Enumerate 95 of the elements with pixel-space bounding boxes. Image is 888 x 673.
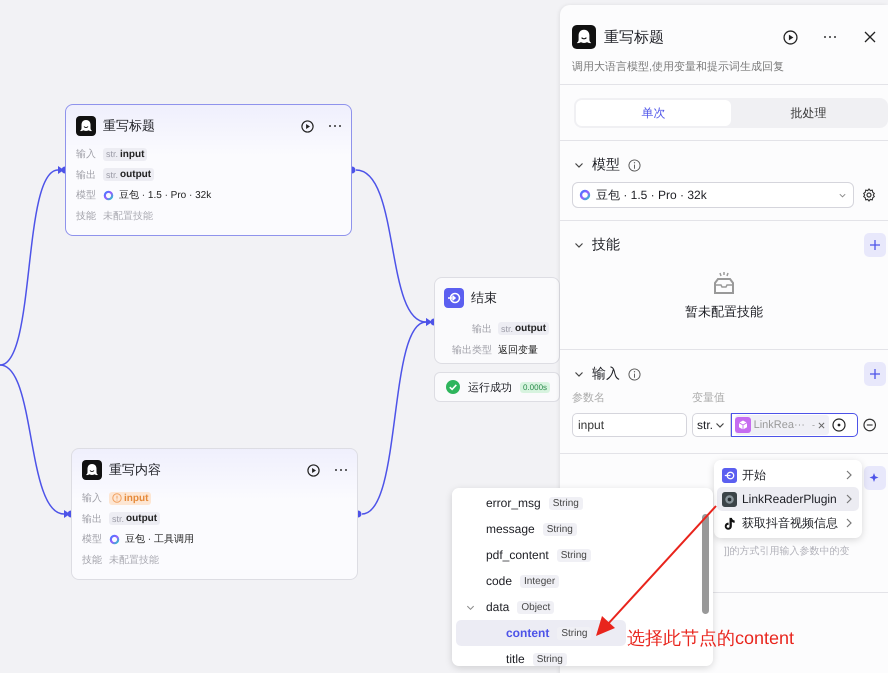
row-label: 输出类型 [451, 344, 492, 356]
plugin-icon [722, 492, 737, 506]
variable-option[interactable]: pdf_content String [456, 542, 626, 568]
play-icon[interactable] [306, 464, 320, 476]
type-badge: String [548, 496, 583, 510]
type-label: str. [501, 324, 514, 334]
add-button[interactable] [864, 362, 886, 386]
target-icon[interactable] [832, 418, 846, 432]
section-title: 输入 [592, 365, 620, 383]
row-label: 技能 [82, 554, 103, 567]
source-menu-item[interactable]: 获取抖音视频信息 [717, 511, 859, 535]
variable-option[interactable]: code Integer [456, 568, 626, 594]
settings-icon[interactable] [862, 188, 876, 202]
row-label: 输入 [76, 148, 97, 162]
chevron-right-icon [845, 470, 853, 480]
model-logo-icon [109, 534, 120, 545]
chevron-down-icon[interactable] [574, 240, 584, 250]
exit-icon [444, 288, 464, 308]
model-logo-icon [579, 189, 591, 201]
row-value: 未配置技能 [103, 210, 153, 223]
type-label: str. [106, 170, 118, 180]
warning-icon [112, 493, 122, 504]
variable-option[interactable]: data Object [456, 594, 626, 620]
model-name: 豆包 · 1.5 · Pro · 32k [119, 189, 212, 202]
model-logo-icon [103, 190, 114, 201]
chevron-down-icon[interactable] [574, 160, 584, 170]
variable-name: output [126, 513, 158, 524]
chevron-right-icon [845, 494, 853, 504]
info-icon[interactable] [628, 158, 641, 172]
chevron-down-icon [715, 420, 726, 430]
plus-icon [869, 239, 881, 251]
row-label: 技能 [76, 210, 97, 223]
row-label: 模型 [76, 188, 97, 202]
add-button[interactable] [864, 233, 886, 257]
section-title: 模型 [592, 156, 620, 174]
source-menu-item[interactable]: 开始 [717, 463, 859, 487]
panel-title: 重写标题 [604, 28, 665, 46]
row-label: 模型 [82, 532, 103, 546]
section-title: 技能 [592, 236, 620, 254]
column-header: 变量值 [692, 390, 725, 405]
variable-name: output [515, 323, 546, 334]
entry-icon [722, 468, 737, 482]
empty-state-text: 暂未配置技能 [685, 303, 763, 321]
row-value: 未配置技能 [109, 554, 159, 567]
panel-description: 调用大语言模型,使用变量和提示词生成回复 [571, 60, 786, 75]
variable-option[interactable]: message String [456, 516, 626, 542]
variable-name: input [120, 148, 144, 160]
row-label: 输入 [82, 492, 103, 506]
annotation-text: 选择此节点的content [627, 627, 794, 650]
mode-tab[interactable]: 单次 [576, 100, 731, 126]
type-badge: String [556, 548, 591, 562]
type-label: str. [106, 149, 118, 160]
plus-icon [869, 368, 881, 380]
sparkle-icon [869, 472, 881, 484]
variable-name: input [124, 492, 148, 504]
node-title: 结束 [471, 289, 498, 307]
column-header: 参数名 [572, 391, 606, 405]
type-badge: Integer [520, 574, 560, 588]
parameter-name-field[interactable]: input [572, 413, 687, 437]
music-note-icon [722, 516, 737, 530]
variable-option[interactable]: error_msg String [456, 490, 626, 516]
type-badge: Object [517, 600, 554, 614]
variable-name: output [120, 169, 152, 180]
remove-icon[interactable] [862, 418, 876, 432]
row-label: 输出 [82, 512, 103, 526]
row-value: 返回变量 [498, 344, 538, 356]
type-badge: String [532, 652, 567, 666]
chevron-right-icon [845, 518, 853, 528]
play-icon[interactable] [782, 30, 798, 44]
close-icon[interactable] [864, 31, 876, 43]
variable-option[interactable]: title String [456, 646, 626, 666]
chevron-down-icon[interactable] [574, 369, 584, 379]
duration-badge: 0.000s [520, 382, 550, 392]
mode-tab[interactable]: 批处理 [731, 100, 886, 126]
row-label: 输出 [471, 322, 492, 336]
end-node-card[interactable]: 结束 输出 str. output 输出类型 返回变量 [434, 277, 560, 364]
status-text: 运行成功 [468, 380, 512, 394]
node-title: 重写内容 [109, 461, 162, 479]
model-name: 豆包 · 工具调用 [125, 533, 194, 546]
bot-icon [82, 460, 102, 480]
model-select[interactable]: 豆包 · 1.5 · Pro · 32k [572, 182, 854, 208]
type-label: str. [112, 514, 124, 524]
variable-option[interactable]: content String [456, 620, 626, 646]
bot-icon [76, 116, 96, 136]
type-badge: String [542, 522, 577, 536]
play-icon[interactable] [300, 120, 314, 132]
bot-icon [572, 25, 596, 49]
node-title: 重写标题 [103, 117, 156, 135]
info-icon[interactable] [628, 368, 641, 380]
source-menu-item[interactable]: LinkReaderPlugin [717, 487, 859, 511]
cube-icon [734, 417, 751, 433]
type-select[interactable]: str. [692, 413, 731, 437]
ai-sparkle-button[interactable] [864, 466, 886, 490]
type-badge: String [557, 626, 592, 640]
row-label: 输出 [76, 168, 97, 182]
